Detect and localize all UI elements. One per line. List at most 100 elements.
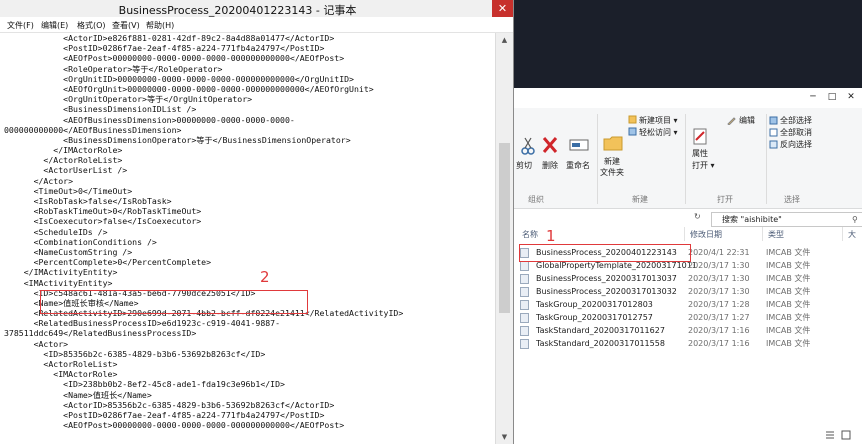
- column-separator[interactable]: [842, 227, 843, 241]
- delete-icon[interactable]: [542, 136, 558, 154]
- column-header-date[interactable]: 修改日期: [690, 229, 722, 240]
- delete-button[interactable]: 删除: [542, 160, 558, 171]
- text-line: <CombinationConditions />: [4, 236, 157, 247]
- select-none-icon: [769, 128, 778, 137]
- explorer-window: ─ □ ✕ 剪切 删除 重命名 新建 文件夹 新建项目 ▾ 轻松访问 ▾ 属性 …: [514, 88, 862, 444]
- menu-format[interactable]: 格式(O): [77, 20, 106, 31]
- group-label-new: 新建: [632, 195, 648, 204]
- maximize-icon[interactable]: □: [825, 91, 839, 104]
- large-icons-view-icon[interactable]: [841, 430, 851, 440]
- file-type: IMCAB 文件: [766, 261, 811, 270]
- file-icon: [520, 339, 529, 349]
- cut-icon[interactable]: [520, 136, 536, 156]
- text-line: <ActorID>85356b2c-6385-4829-b3b6-53692b8…: [4, 399, 335, 410]
- invert-selection-icon: [769, 140, 778, 149]
- column-header-type[interactable]: 类型: [768, 229, 784, 240]
- text-line: <Actor>: [4, 338, 69, 349]
- search-icon[interactable]: ⚲: [852, 213, 858, 226]
- explorer-titlebar[interactable]: ─ □ ✕: [514, 88, 862, 109]
- scroll-thumb[interactable]: [499, 143, 510, 313]
- group-label-open: 打开: [717, 195, 733, 204]
- close-icon[interactable]: ✕: [844, 91, 858, 104]
- new-item-button[interactable]: 新建项目 ▾: [639, 115, 678, 126]
- file-row[interactable]: TaskStandard_20200317011627 2020/3/17 1:…: [520, 325, 850, 337]
- text-line: </ActorRoleList>: [4, 155, 123, 166]
- file-icon: [520, 326, 529, 336]
- scroll-up-icon[interactable]: ▲: [496, 33, 513, 47]
- file-name: BusinessProcess_20200317013032: [536, 287, 677, 296]
- select-all-icon: [769, 116, 778, 125]
- invert-selection-button[interactable]: 反向选择: [780, 139, 812, 150]
- annotation-number-2: 2: [260, 268, 270, 286]
- search-input[interactable]: 搜索 "aishibite" ⚲: [711, 212, 862, 227]
- annotation-number-1: 1: [546, 227, 556, 245]
- text-line: <ID>238bb0b2-8ef2-45c8-ade1-fda19c3e96b1…: [4, 379, 285, 390]
- edit-icon: [727, 117, 736, 125]
- column-separator[interactable]: [684, 227, 685, 241]
- new-folder-icon[interactable]: [603, 134, 623, 152]
- easy-access-button[interactable]: 轻松访问 ▾: [639, 127, 678, 138]
- notepad-menubar: 文件(F) 编辑(E) 格式(O) 查看(V) 帮助(H): [0, 17, 513, 33]
- file-type: IMCAB 文件: [766, 326, 811, 335]
- file-date: 2020/3/17 1:30: [688, 261, 750, 270]
- notepad-titlebar[interactable]: BusinessProcess_20200401223143 - 记事本 ✕: [0, 0, 513, 18]
- cut-button[interactable]: 剪切: [516, 160, 532, 171]
- open-button[interactable]: 打开 ▾: [692, 160, 715, 171]
- text-line: <AEOfBusinessDimension>00000000-0000-000…: [4, 114, 295, 125]
- text-line: <RoleOperator>等于</RoleOperator>: [4, 63, 223, 74]
- file-row[interactable]: TaskStandard_20200317011558 2020/3/17 1:…: [520, 338, 850, 350]
- file-name: TaskGroup_20200317012757: [536, 313, 653, 322]
- menu-view[interactable]: 查看(V): [112, 20, 140, 31]
- text-line: <OrgUnitID>00000000-0000-0000-0000-00000…: [4, 73, 354, 84]
- minimize-icon[interactable]: ─: [806, 91, 820, 104]
- file-icon: [520, 300, 529, 310]
- group-label-select: 选择: [784, 195, 800, 204]
- properties-button[interactable]: 属性: [692, 148, 708, 159]
- text-line: <IMActorRole>: [4, 369, 118, 380]
- easy-access-icon: [628, 127, 637, 136]
- file-type: IMCAB 文件: [766, 300, 811, 309]
- details-view-icon[interactable]: [825, 430, 835, 440]
- text-line: </IMActivityEntity>: [4, 267, 118, 278]
- edit-button[interactable]: 编辑: [739, 115, 755, 126]
- column-header-name[interactable]: 名称: [522, 229, 538, 240]
- address-row: ↻ 搜索 "aishibite" ⚲: [514, 209, 862, 227]
- file-type: IMCAB 文件: [766, 339, 811, 348]
- text-line: <TimeOut>0</TimeOut>: [4, 185, 133, 196]
- file-name: TaskGroup_20200317012803: [536, 300, 653, 309]
- menu-help[interactable]: 帮助(H): [146, 20, 174, 31]
- notepad-text-area[interactable]: <ActorID>e826f881-0281-42df-89c2-8a4d88a…: [4, 33, 494, 444]
- refresh-icon[interactable]: ↻: [694, 212, 701, 221]
- text-line: <BusinessDimensionOperator>等于</BusinessD…: [4, 134, 351, 145]
- file-row[interactable]: BusinessProcess_20200317013032 2020/3/17…: [520, 286, 850, 298]
- select-none-button[interactable]: 全部取消: [780, 127, 812, 138]
- file-row[interactable]: BusinessProcess_20200317013037 2020/3/17…: [520, 273, 850, 285]
- file-row[interactable]: TaskGroup_20200317012803 2020/3/17 1:28 …: [520, 299, 850, 311]
- file-row[interactable]: TaskGroup_20200317012757 2020/3/17 1:27 …: [520, 312, 850, 324]
- properties-icon[interactable]: [692, 128, 708, 146]
- file-icon: [520, 287, 529, 297]
- file-date: 2020/4/1 22:31: [688, 248, 750, 257]
- rename-icon[interactable]: [569, 136, 589, 154]
- text-line: <ActorRoleList>: [4, 359, 118, 369]
- select-all-button[interactable]: 全部选择: [780, 115, 812, 126]
- file-name: BusinessProcess_20200317013037: [536, 274, 677, 283]
- text-line: <IMActivityEntity>: [4, 277, 113, 288]
- file-list: 名称 修改日期 类型 大 BusinessProcess_20200401223…: [514, 227, 862, 444]
- vertical-scrollbar[interactable]: ▲ ▼: [495, 33, 513, 444]
- new-item-icon: [628, 115, 637, 124]
- rename-button[interactable]: 重命名: [566, 160, 590, 171]
- close-icon[interactable]: ✕: [492, 0, 513, 17]
- text-line: </Actor>: [4, 175, 74, 186]
- menu-file[interactable]: 文件(F): [7, 20, 34, 31]
- text-line: <IsCoexecutor>false</IsCoexecutor>: [4, 216, 202, 227]
- new-folder-button[interactable]: 新建 文件夹: [600, 156, 624, 178]
- column-header-size[interactable]: 大: [848, 229, 856, 240]
- text-line: <ActorUserList />: [4, 165, 128, 176]
- text-line: <Name>值班长</Name>: [4, 389, 152, 400]
- menu-edit[interactable]: 编辑(E): [41, 20, 68, 31]
- text-line: <OrgUnitOperator>等于</OrgUnitOperator>: [4, 94, 253, 105]
- column-separator[interactable]: [762, 227, 763, 241]
- file-type: IMCAB 文件: [766, 274, 811, 283]
- scroll-down-icon[interactable]: ▼: [496, 430, 513, 444]
